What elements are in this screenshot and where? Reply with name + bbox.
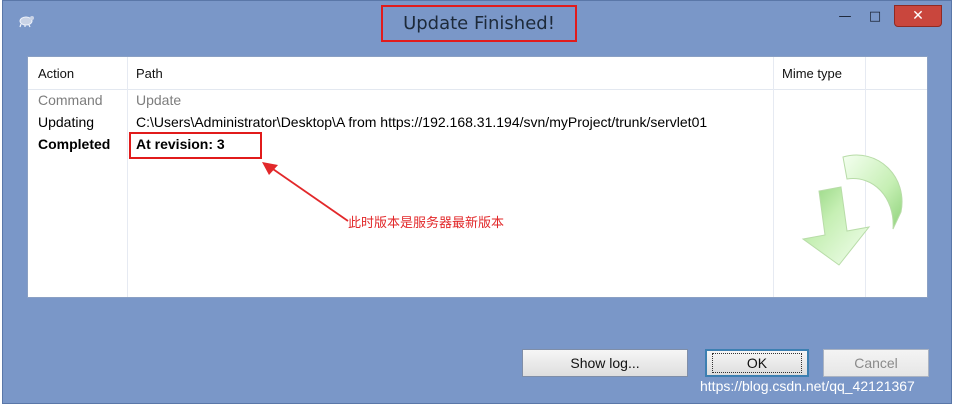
list-header: Action Path Mime type (28, 57, 927, 90)
column-header-action[interactable]: Action (38, 57, 74, 89)
title-highlight-box: Update Finished! (381, 5, 577, 42)
row-path: C:\Users\Administrator\Desktop\A from ht… (136, 114, 708, 130)
annotation-text: 此时版本是服务器最新版本 (348, 216, 505, 231)
watermark-text: https://blog.csdn.net/qq_42121367 (700, 378, 915, 394)
show-log-label: Show log... (570, 355, 640, 371)
close-button[interactable]: ✕ (894, 5, 942, 27)
dialog-window: Update Finished! — □ ✕ Action Path Mime … (2, 0, 952, 404)
annotation-arrow-icon (262, 162, 349, 222)
ok-label: OK (711, 353, 803, 373)
close-icon: ✕ (912, 8, 924, 24)
tortoise-icon (17, 11, 35, 29)
row-path: Update (136, 92, 182, 108)
revision-highlight-box (129, 132, 262, 159)
row-action: Command (38, 92, 103, 108)
maximize-icon: □ (868, 8, 882, 24)
column-header-path[interactable]: Path (136, 57, 163, 89)
ok-button[interactable]: OK (705, 349, 809, 377)
maximize-button[interactable]: □ (862, 5, 888, 27)
cancel-label: Cancel (854, 355, 898, 371)
column-header-mime-type[interactable]: Mime type (782, 57, 842, 89)
minimize-button[interactable]: — (832, 5, 858, 27)
cancel-button[interactable]: Cancel (823, 349, 929, 377)
window-title: Update Finished! (403, 13, 555, 34)
row-action: Updating (38, 114, 95, 130)
green-update-arrow-icon (801, 154, 903, 266)
row-action: Completed (38, 136, 111, 152)
title-bar: Update Finished! — □ ✕ (3, 1, 951, 42)
table-row[interactable]: Command Update (28, 92, 927, 114)
minimize-icon: — (838, 8, 852, 24)
show-log-button[interactable]: Show log... (522, 349, 688, 377)
update-results-list[interactable]: Action Path Mime type Command Update Upd… (27, 56, 928, 298)
